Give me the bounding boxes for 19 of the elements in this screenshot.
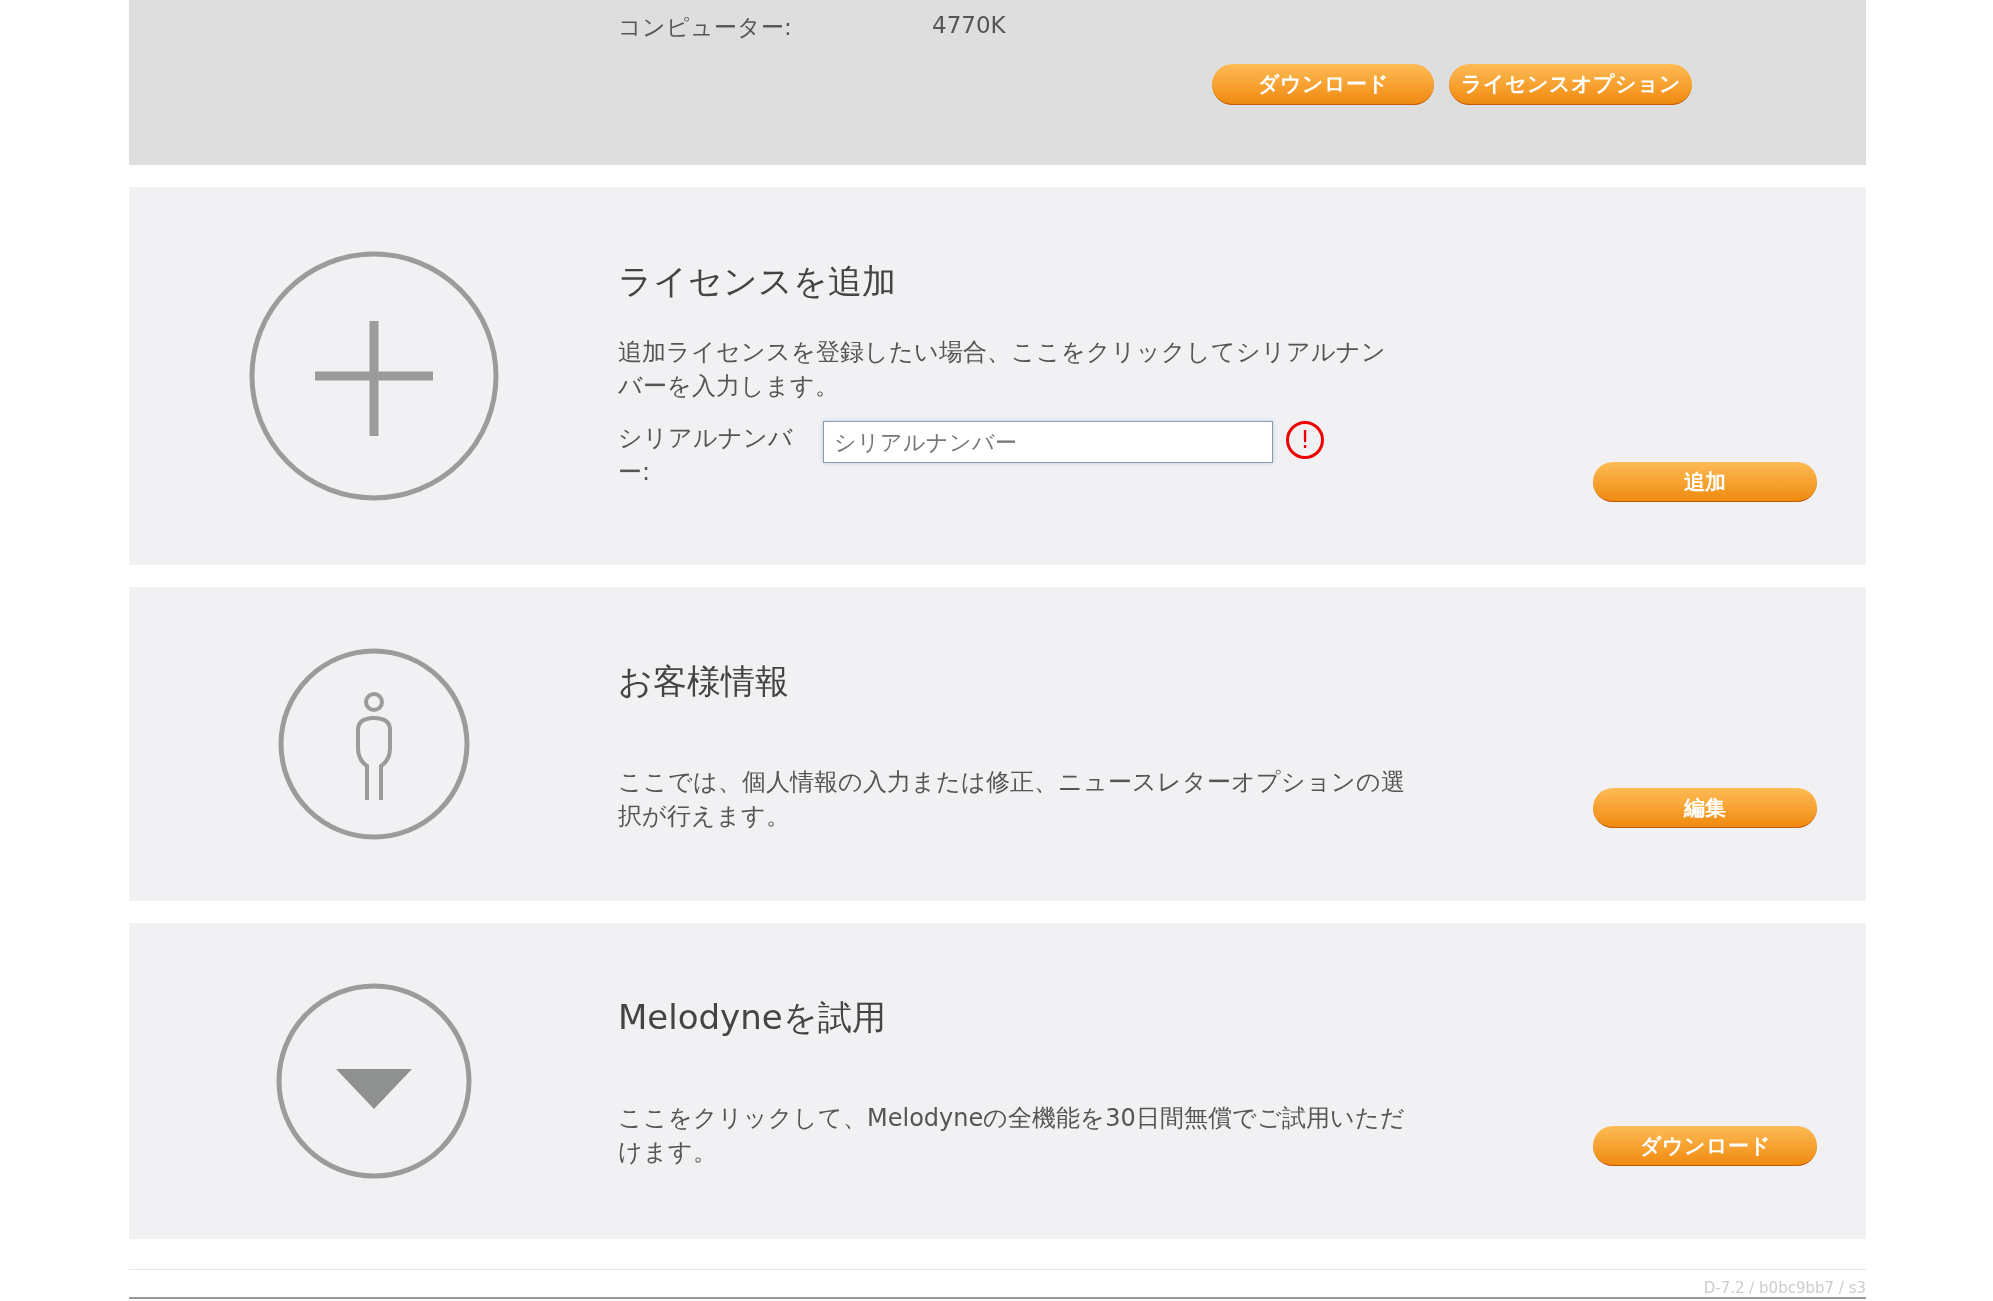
person-circle-icon bbox=[277, 648, 470, 840]
section-description: ここでは、個人情報の入力または修正、ニュースレターオプションの選択が行えます。 bbox=[618, 767, 1406, 832]
action-button[interactable]: ライセンスオプション bbox=[1449, 64, 1692, 105]
computer-label: コンピューター: bbox=[618, 13, 793, 42]
section-description: ここをクリックして、Melodyneの全機能を30日間無償でご試用いただけます。 bbox=[618, 1103, 1406, 1168]
action-button[interactable]: 追加 bbox=[1593, 462, 1817, 502]
section-title: Melodyneを試用 bbox=[618, 996, 887, 1039]
plus-circle-icon bbox=[248, 251, 499, 501]
section-title: お客様情報 bbox=[618, 660, 790, 703]
error-icon: ! bbox=[1286, 421, 1324, 459]
action-button[interactable]: ダウンロード bbox=[1212, 64, 1434, 105]
serial-number-label: シリアルナンバー: bbox=[618, 423, 794, 488]
serial-number-field[interactable]: シリアルナンバー bbox=[823, 421, 1273, 463]
triangle-circle-icon bbox=[275, 983, 472, 1179]
computer-value: 4770K bbox=[932, 12, 1006, 40]
section-description: 追加ライセンスを登録したい場合、ここをクリックしてシリアルナンバーを入力します。 bbox=[618, 337, 1387, 402]
action-button[interactable]: 編集 bbox=[1593, 788, 1817, 828]
section-title: ライセンスを追加 bbox=[618, 260, 897, 303]
action-button[interactable]: ダウンロード bbox=[1593, 1126, 1817, 1166]
